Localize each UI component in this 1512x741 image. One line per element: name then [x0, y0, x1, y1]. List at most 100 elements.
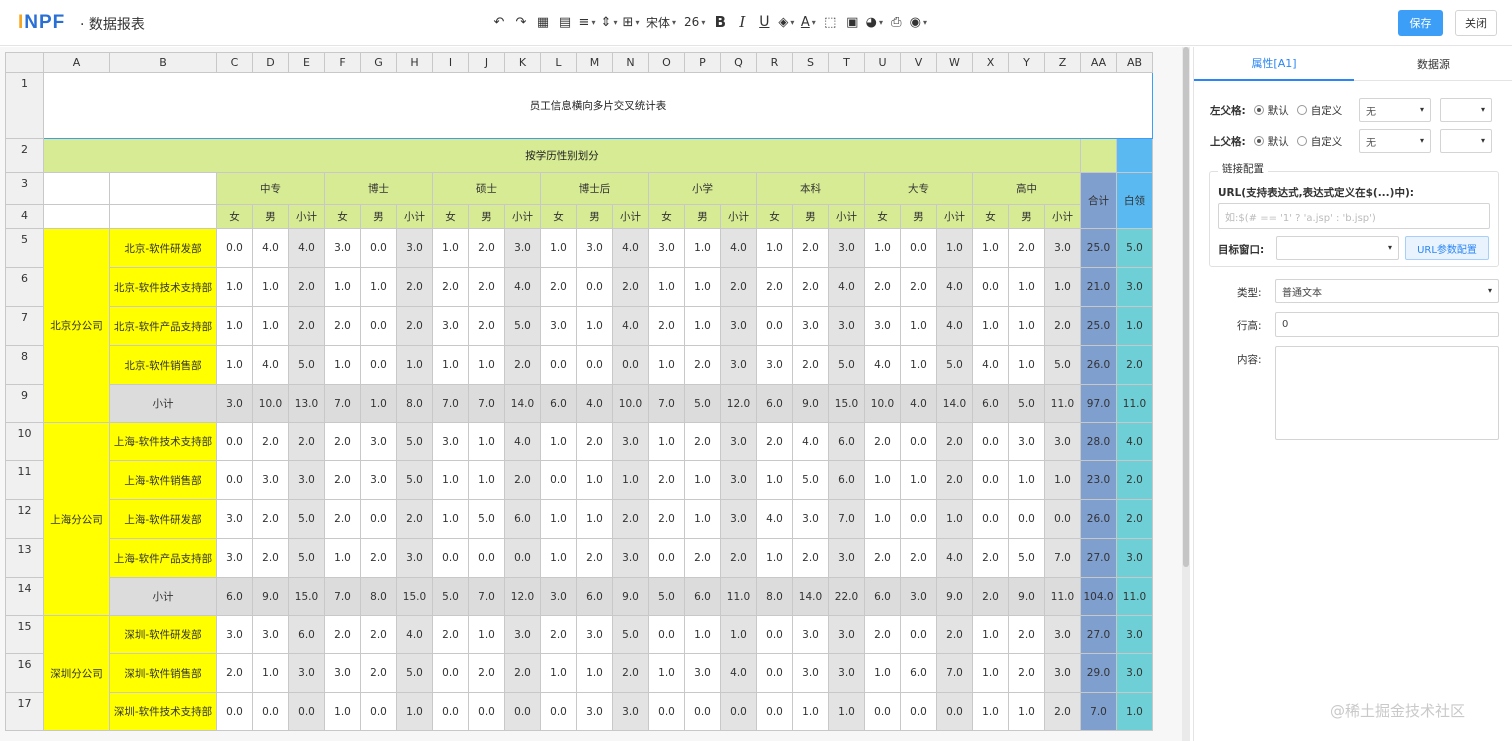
- value-cell[interactable]: 3.0: [612, 538, 649, 578]
- value-cell[interactable]: 3.0: [1044, 615, 1081, 654]
- value-cell[interactable]: 3.0: [360, 460, 397, 500]
- close-button[interactable]: 关闭: [1455, 10, 1497, 36]
- chart-icon[interactable]: ◕ ▾: [863, 10, 885, 34]
- value-cell[interactable]: 3.0: [720, 460, 757, 500]
- value-cell[interactable]: 1.0: [612, 460, 649, 500]
- subtotal-cell[interactable]: 14.0: [792, 577, 829, 616]
- row-header[interactable]: 9: [5, 384, 44, 423]
- value-cell[interactable]: 0.0: [684, 692, 721, 731]
- subtotal-cell[interactable]: 6.0: [540, 384, 577, 423]
- subtotal-cell[interactable]: 97.0: [1080, 384, 1117, 423]
- value-cell[interactable]: 6.0: [504, 499, 541, 539]
- value-cell[interactable]: 1.0: [684, 460, 721, 500]
- value-cell[interactable]: 0.0: [432, 653, 469, 693]
- value-cell[interactable]: 3.0: [1044, 422, 1081, 461]
- value-cell[interactable]: 0.0: [864, 692, 901, 731]
- value-cell[interactable]: 3.0: [216, 538, 253, 578]
- value-cell[interactable]: 1.0: [576, 460, 613, 500]
- url-input[interactable]: 如:$(# == '1' ? 'a.jsp' : 'b.jsp'): [1218, 203, 1490, 229]
- left-parent-select[interactable]: 无 ▾: [1359, 98, 1431, 122]
- value-cell[interactable]: 3.0: [756, 345, 793, 385]
- gender-header[interactable]: 小计: [720, 204, 757, 229]
- value-cell[interactable]: 1.0: [576, 499, 613, 539]
- value-cell[interactable]: 2.0: [324, 615, 361, 654]
- value-cell[interactable]: 2.0: [720, 267, 757, 307]
- value-cell[interactable]: 4.0: [972, 345, 1009, 385]
- subtotal-cell[interactable]: 13.0: [288, 384, 325, 423]
- value-cell[interactable]: 4.0: [612, 228, 649, 268]
- value-cell[interactable]: 2.0: [612, 653, 649, 693]
- left-parent-custom-radio[interactable]: 自定义: [1296, 103, 1342, 118]
- column-header[interactable]: Z: [1044, 52, 1081, 73]
- subtotal-cell[interactable]: 11.0: [1044, 577, 1081, 616]
- subtotal-cell[interactable]: 12.0: [720, 384, 757, 423]
- value-cell[interactable]: 1.0: [1008, 460, 1045, 500]
- value-cell[interactable]: 5.0: [396, 653, 433, 693]
- font-size-select[interactable]: 26 ▾: [680, 10, 709, 34]
- value-cell[interactable]: 0.0: [540, 460, 577, 500]
- row-header[interactable]: 5: [5, 228, 44, 268]
- value-cell[interactable]: 2.0: [612, 499, 649, 539]
- row-header[interactable]: 12: [5, 499, 44, 539]
- gender-header[interactable]: 女: [864, 204, 901, 229]
- value-cell[interactable]: 2.0: [756, 267, 793, 307]
- preview-icon[interactable]: ◉ ▾: [907, 10, 929, 34]
- value-cell[interactable]: 3.0: [792, 499, 829, 539]
- value-cell[interactable]: 3.0: [432, 306, 469, 346]
- value-cell[interactable]: 21.0: [1080, 267, 1117, 307]
- value-cell[interactable]: 4.0: [756, 499, 793, 539]
- value-cell[interactable]: 5.0: [1044, 345, 1081, 385]
- font-select[interactable]: 宋体 ▾: [642, 10, 680, 34]
- top-parent-sub-select[interactable]: ▾: [1440, 129, 1492, 153]
- subtotal-cell[interactable]: 9.0: [936, 577, 973, 616]
- value-cell[interactable]: 2.0: [252, 499, 289, 539]
- value-cell[interactable]: 3.0: [1116, 538, 1153, 578]
- subtotal-cell[interactable]: 8.0: [396, 384, 433, 423]
- value-cell[interactable]: 2.0: [252, 422, 289, 461]
- valign-icon[interactable]: ⇕ ▾: [598, 10, 620, 34]
- row-header[interactable]: 7: [5, 306, 44, 346]
- column-header[interactable]: P: [684, 52, 721, 73]
- value-cell[interactable]: 2.0: [648, 306, 685, 346]
- value-cell[interactable]: 5.0: [396, 460, 433, 500]
- gender-header[interactable]: 小计: [936, 204, 973, 229]
- gender-header[interactable]: 男: [900, 204, 937, 229]
- education-header[interactable]: 硕士: [432, 172, 541, 205]
- left-parent-default-radio[interactable]: 默认: [1253, 103, 1289, 118]
- value-cell[interactable]: 2.0: [792, 538, 829, 578]
- value-cell[interactable]: 1.0: [972, 692, 1009, 731]
- value-cell[interactable]: 3.0: [792, 306, 829, 346]
- column-header[interactable]: AA: [1080, 52, 1117, 73]
- department-cell[interactable]: 北京-软件产品支持部: [109, 306, 217, 346]
- value-cell[interactable]: 3.0: [360, 422, 397, 461]
- value-cell[interactable]: 0.0: [900, 422, 937, 461]
- gender-header[interactable]: 女: [324, 204, 361, 229]
- column-header[interactable]: G: [360, 52, 397, 73]
- value-cell[interactable]: 2.0: [1008, 653, 1045, 693]
- gender-header[interactable]: 男: [576, 204, 613, 229]
- value-cell[interactable]: 2.0: [324, 460, 361, 500]
- value-cell[interactable]: 26.0: [1080, 499, 1117, 539]
- subtotal-cell[interactable]: 104.0: [1080, 577, 1117, 616]
- save-button[interactable]: 保存: [1398, 10, 1443, 36]
- gender-header[interactable]: 女: [648, 204, 685, 229]
- value-cell[interactable]: 3.0: [216, 615, 253, 654]
- value-cell[interactable]: 3.0: [504, 228, 541, 268]
- row-header[interactable]: 8: [5, 345, 44, 385]
- value-cell[interactable]: 0.0: [468, 692, 505, 731]
- value-cell[interactable]: 5.0: [468, 499, 505, 539]
- column-header[interactable]: H: [396, 52, 433, 73]
- education-header[interactable]: 博士后: [540, 172, 649, 205]
- row-header[interactable]: 17: [5, 692, 44, 731]
- value-cell[interactable]: 5.0: [288, 538, 325, 578]
- subtotal-cell[interactable]: 7.0: [648, 384, 685, 423]
- subtotal-cell[interactable]: 8.0: [360, 577, 397, 616]
- value-cell[interactable]: 2.0: [576, 422, 613, 461]
- spreadsheet-area[interactable]: A B C D E F G H I J K L M N O P Q R S T U V W X Y Z AA AB 1 员工信息横向多片交…: [0, 47, 1190, 741]
- value-cell[interactable]: 2.0: [216, 653, 253, 693]
- value-cell[interactable]: 6.0: [288, 615, 325, 654]
- subtotal-label[interactable]: 小计: [109, 384, 217, 423]
- subtotal-cell[interactable]: 6.0: [756, 384, 793, 423]
- value-cell[interactable]: 3.0: [576, 228, 613, 268]
- value-cell[interactable]: 0.0: [468, 538, 505, 578]
